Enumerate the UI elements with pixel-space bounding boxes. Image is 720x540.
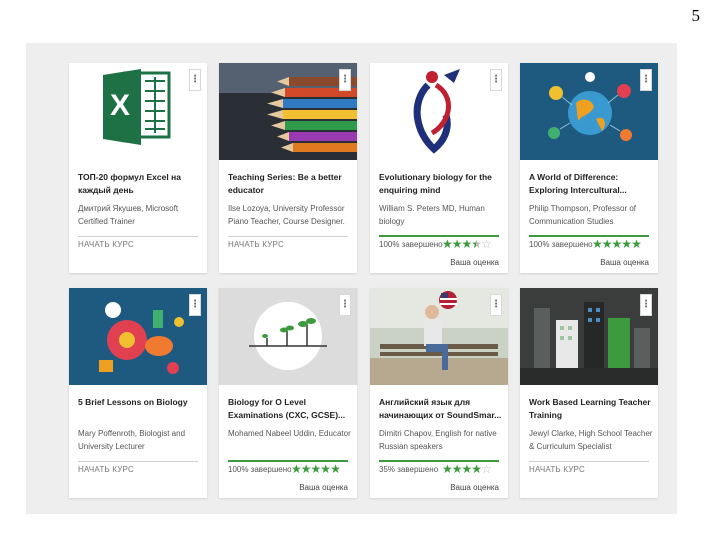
star-icon[interactable]: ★: [452, 237, 463, 251]
course-thumbnail[interactable]: ⋮: [370, 63, 508, 160]
course-title[interactable]: Work Based Learning Teacher Training: [529, 396, 653, 422]
card-menu-button[interactable]: ⋮: [490, 69, 502, 91]
city-chalkboard-icon: [520, 288, 658, 385]
rating-stars[interactable]: ★★★★★: [592, 237, 642, 251]
start-course-button[interactable]: НАЧАТЬ КУРС: [228, 240, 284, 249]
plant-growth-icon: [219, 288, 357, 385]
rating-stars[interactable]: ★★★★☆: [442, 237, 492, 251]
divider: [529, 461, 649, 462]
course-thumbnail[interactable]: ⋮: [520, 63, 658, 160]
card-menu-button[interactable]: ⋮: [339, 69, 351, 91]
progress-text: 100% завершено: [228, 465, 292, 474]
star-icon[interactable]: ★: [452, 462, 463, 476]
progress-text: 100% завершено: [529, 240, 593, 249]
progress-text: 100% завершено: [379, 240, 443, 249]
course-author: Дмитрий Якушев, Microsoft Certified Trai…: [78, 204, 179, 226]
star-icon[interactable]: ★: [291, 462, 302, 476]
divider: [78, 461, 198, 462]
star-icon[interactable]: ★: [592, 237, 603, 251]
start-course-button[interactable]: НАЧАТЬ КУРС: [78, 465, 134, 474]
course-thumbnail[interactable]: ⋮: [219, 63, 357, 160]
page-number: 5: [691, 6, 701, 25]
excel-logo-icon: X: [69, 63, 207, 160]
start-course-button[interactable]: НАЧАТЬ КУРС: [78, 240, 134, 249]
dna-figure-icon: [370, 63, 508, 160]
course-card[interactable]: ⋮ Evolutionary biology for the enquiring…: [370, 63, 508, 273]
rate-label[interactable]: Ваша оценка: [450, 258, 499, 267]
course-author: Mary Poffenroth, Biologist and Universit…: [78, 429, 186, 451]
course-card[interactable]: ⋮ Biology for O Level Examinations (CXC,…: [219, 288, 357, 498]
star-icon[interactable]: ★: [442, 237, 453, 251]
globe-icons-icon: [520, 63, 658, 160]
star-icon[interactable]: ★: [320, 462, 331, 476]
card-menu-button[interactable]: ⋮: [640, 294, 652, 316]
star-icon[interactable]: ☆: [481, 237, 492, 251]
start-course-button[interactable]: НАЧАТЬ КУРС: [529, 465, 585, 474]
course-author: Jewyl Clarke, High School Teacher & Curr…: [529, 429, 653, 451]
course-title[interactable]: Biology for O Level Examinations (CXC, G…: [228, 396, 352, 422]
course-author: Mohamed Nabeel Uddin, Educator: [228, 429, 351, 438]
star-icon[interactable]: ★: [602, 237, 613, 251]
rating-stars[interactable]: ★★★★★: [291, 462, 341, 476]
svg-text:X: X: [110, 89, 130, 122]
star-icon[interactable]: ★: [462, 462, 473, 476]
star-icon[interactable]: ★: [311, 462, 322, 476]
rate-label[interactable]: Ваша оценка: [299, 483, 348, 492]
course-title[interactable]: A World of Difference: Exploring Intercu…: [529, 171, 653, 197]
divider: [78, 236, 198, 237]
course-card[interactable]: ⋮ 5 Brief Lessons on Biology Mary Poffen…: [69, 288, 207, 498]
star-icon[interactable]: ★: [330, 462, 341, 476]
divider: [228, 236, 348, 237]
biology-icons-icon: [69, 288, 207, 385]
card-menu-button[interactable]: ⋮: [490, 294, 502, 316]
card-menu-button[interactable]: ⋮: [189, 294, 201, 316]
course-thumbnail[interactable]: ⋮: [69, 288, 207, 385]
course-thumbnail[interactable]: X ⋮: [69, 63, 207, 160]
card-menu-button[interactable]: ⋮: [339, 294, 351, 316]
course-author: Ilse Lozoya, University Professor Piano …: [228, 204, 345, 226]
course-title[interactable]: ТОП-20 формул Excel на каждый день: [78, 171, 202, 197]
card-menu-button[interactable]: ⋮: [640, 69, 652, 91]
course-title[interactable]: Английский язык для начинающих от SoundS…: [379, 396, 503, 422]
star-icon[interactable]: ★: [462, 237, 473, 251]
course-card[interactable]: ⋮ Английский язык для начинающих от Soun…: [370, 288, 508, 498]
course-author: William S. Peters MD, Human biology: [379, 204, 485, 226]
star-icon[interactable]: ★: [471, 237, 482, 251]
star-icon[interactable]: ☆: [481, 462, 492, 476]
course-grid: X ⋮ ТОП-20 формул Excel на каждый день Д…: [26, 43, 677, 514]
course-thumbnail[interactable]: ⋮: [520, 288, 658, 385]
course-card[interactable]: X ⋮ ТОП-20 формул Excel на каждый день Д…: [69, 63, 207, 273]
star-icon[interactable]: ★: [612, 237, 623, 251]
course-thumbnail[interactable]: ⋮: [219, 288, 357, 385]
star-icon[interactable]: ★: [471, 462, 482, 476]
course-card[interactable]: ⋮ A World of Difference: Exploring Inter…: [520, 63, 658, 273]
course-title[interactable]: Evolutionary biology for the enquiring m…: [379, 171, 503, 197]
progress-text: 35% завершено: [379, 465, 439, 474]
rating-stars[interactable]: ★★★★☆: [442, 462, 492, 476]
colored-pencils-icon: [219, 63, 357, 160]
course-author: Dimitri Chapov, English for native Russi…: [379, 429, 497, 451]
course-card[interactable]: ⋮ Work Based Learning Teacher Training J…: [520, 288, 658, 498]
star-icon[interactable]: ★: [631, 237, 642, 251]
star-icon[interactable]: ★: [442, 462, 453, 476]
star-icon[interactable]: ★: [301, 462, 312, 476]
star-icon[interactable]: ★: [621, 237, 632, 251]
woman-bench-flag-icon: [370, 288, 508, 385]
card-menu-button[interactable]: ⋮: [189, 69, 201, 91]
course-author: Philip Thompson, Professor of Communicat…: [529, 204, 637, 226]
course-thumbnail[interactable]: ⋮: [370, 288, 508, 385]
rate-label[interactable]: Ваша оценка: [600, 258, 649, 267]
course-title[interactable]: 5 Brief Lessons on Biology: [78, 396, 202, 409]
course-title[interactable]: Teaching Series: Be a better educator: [228, 171, 352, 197]
course-card[interactable]: ⋮ Teaching Series: Be a better educator …: [219, 63, 357, 273]
rate-label[interactable]: Ваша оценка: [450, 483, 499, 492]
